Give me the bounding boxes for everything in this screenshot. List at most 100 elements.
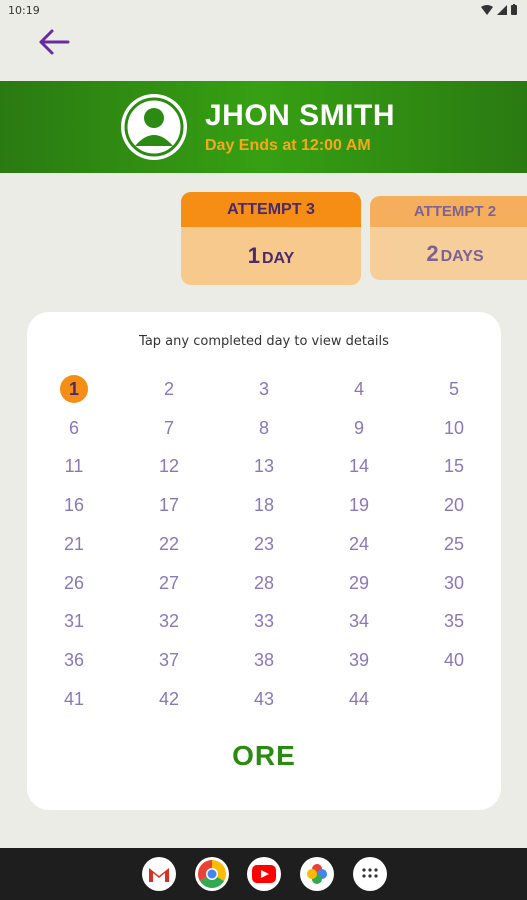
day-number: 5 — [448, 379, 459, 399]
calendar-day[interactable]: 25 — [434, 530, 474, 558]
calendar-card: Tap any completed day to view details 12… — [27, 312, 501, 810]
avatar — [121, 94, 187, 160]
calendar-day[interactable]: 4 — [339, 375, 379, 403]
attempt-label: ATTEMPT 2 — [370, 196, 527, 227]
calendar-day[interactable]: 9 — [339, 414, 379, 442]
status-bar: 10:19 — [0, 0, 527, 22]
calendar-day[interactable]: 19 — [339, 491, 379, 519]
calendar-day[interactable]: 23 — [244, 530, 284, 558]
day-number: 28 — [253, 572, 275, 593]
day-number: 38 — [253, 649, 275, 670]
day-number: 1 — [68, 379, 79, 399]
calendar-day[interactable]: 1 — [54, 375, 94, 403]
calendar-day[interactable]: 28 — [244, 569, 284, 597]
wifi-icon — [481, 4, 493, 15]
day-number: 40 — [443, 649, 465, 670]
calendar-day[interactable]: 42 — [149, 685, 189, 713]
day-number: 7 — [163, 417, 174, 438]
attempt-value: 2 DAYS — [370, 227, 527, 280]
day-number: 30 — [443, 572, 465, 593]
day-number: 12 — [158, 456, 180, 477]
day-number: 19 — [348, 495, 370, 516]
calendar-day[interactable]: 5 — [434, 375, 474, 403]
calendar-day[interactable]: 15 — [434, 452, 474, 480]
day-number: 13 — [253, 456, 275, 477]
day-end-time: Day Ends at 12:00 AM — [205, 137, 371, 154]
calendar-day[interactable]: 6 — [54, 414, 94, 442]
day-number: 11 — [64, 456, 84, 477]
calendar-day[interactable]: 2 — [149, 375, 189, 403]
calendar-day[interactable]: 33 — [244, 607, 284, 635]
day-number: 14 — [348, 456, 370, 477]
user-name: JHON SMITH — [205, 99, 396, 132]
day-number: 18 — [253, 495, 275, 516]
day-number: 23 — [253, 533, 275, 554]
battery-icon — [511, 4, 517, 15]
calendar-day[interactable]: 39 — [339, 646, 379, 674]
day-number: 26 — [63, 572, 85, 593]
calendar-day[interactable]: 18 — [244, 491, 284, 519]
day-number: 3 — [258, 379, 269, 399]
calendar-day[interactable]: 12 — [149, 452, 189, 480]
day-number: 34 — [348, 611, 370, 632]
status-icons — [481, 4, 517, 15]
calendar-day[interactable]: 8 — [244, 414, 284, 442]
attempt-3-card[interactable]: ATTEMPT 3 1 DAY — [181, 192, 361, 285]
calendar-day[interactable]: 24 — [339, 530, 379, 558]
calendar-day[interactable]: 10 — [434, 414, 474, 442]
calendar-day[interactable]: 7 — [149, 414, 189, 442]
calendar-day[interactable]: 36 — [54, 646, 94, 674]
calendar-day[interactable]: 14 — [339, 452, 379, 480]
calendar-day[interactable]: 30 — [434, 569, 474, 597]
day-number: 22 — [158, 533, 180, 554]
calendar-day[interactable]: 20 — [434, 491, 474, 519]
status-time: 10:19 — [8, 4, 40, 17]
calendar-day[interactable]: 40 — [434, 646, 474, 674]
attempt-2-card[interactable]: ATTEMPT 2 2 DAYS — [370, 196, 527, 280]
day-number: 15 — [443, 456, 465, 477]
calendar-hint: Tap any completed day to view details — [139, 334, 389, 349]
attempt-days-count: 1 — [247, 243, 260, 268]
calendar-day[interactable]: 41 — [54, 685, 94, 713]
profile-banner: JHON SMITH Day Ends at 12:00 AM — [0, 81, 527, 173]
calendar-day[interactable]: 31 — [54, 607, 94, 635]
attempt-days-unit: DAYS — [440, 248, 484, 265]
day-number: 21 — [63, 533, 85, 554]
apps-icon[interactable] — [353, 857, 387, 891]
calendar-day[interactable]: 13 — [244, 452, 284, 480]
chrome-icon[interactable] — [195, 857, 229, 891]
calendar-day[interactable]: 38 — [244, 646, 284, 674]
calendar-day[interactable]: 17 — [149, 491, 189, 519]
calendar-day[interactable]: 16 — [54, 491, 94, 519]
calendar-day[interactable]: 11 — [54, 452, 94, 480]
calendar-day[interactable]: 43 — [244, 685, 284, 713]
gmail-icon[interactable] — [142, 857, 176, 891]
calendar-day[interactable]: 22 — [149, 530, 189, 558]
calendar-day[interactable]: 21 — [54, 530, 94, 558]
photos-icon[interactable] — [300, 857, 334, 891]
calendar-day[interactable]: 37 — [149, 646, 189, 674]
day-number: 36 — [63, 649, 85, 670]
calendar-day[interactable]: 29 — [339, 569, 379, 597]
back-button[interactable] — [34, 26, 74, 58]
calendar-day[interactable]: 44 — [339, 685, 379, 713]
calendar-day[interactable]: 34 — [339, 607, 379, 635]
calendar-day[interactable]: 26 — [54, 569, 94, 597]
day-number: 16 — [63, 495, 85, 516]
day-number: 2 — [163, 379, 174, 399]
calendar-day[interactable]: 27 — [149, 569, 189, 597]
day-number: 39 — [348, 649, 370, 670]
calendar-day[interactable]: 32 — [149, 607, 189, 635]
day-number: 29 — [348, 572, 370, 593]
youtube-icon[interactable] — [247, 857, 281, 891]
day-number: 32 — [158, 611, 180, 632]
day-number: 6 — [68, 417, 79, 438]
day-number: 41 — [63, 688, 85, 709]
calendar-day[interactable]: 35 — [434, 607, 474, 635]
attempt-days-unit: DAY — [261, 250, 295, 267]
day-number: 4 — [353, 379, 364, 399]
day-number: 10 — [443, 417, 465, 438]
day-number: 24 — [348, 533, 370, 554]
day-number: 35 — [443, 611, 465, 632]
calendar-day[interactable]: 3 — [244, 375, 284, 403]
